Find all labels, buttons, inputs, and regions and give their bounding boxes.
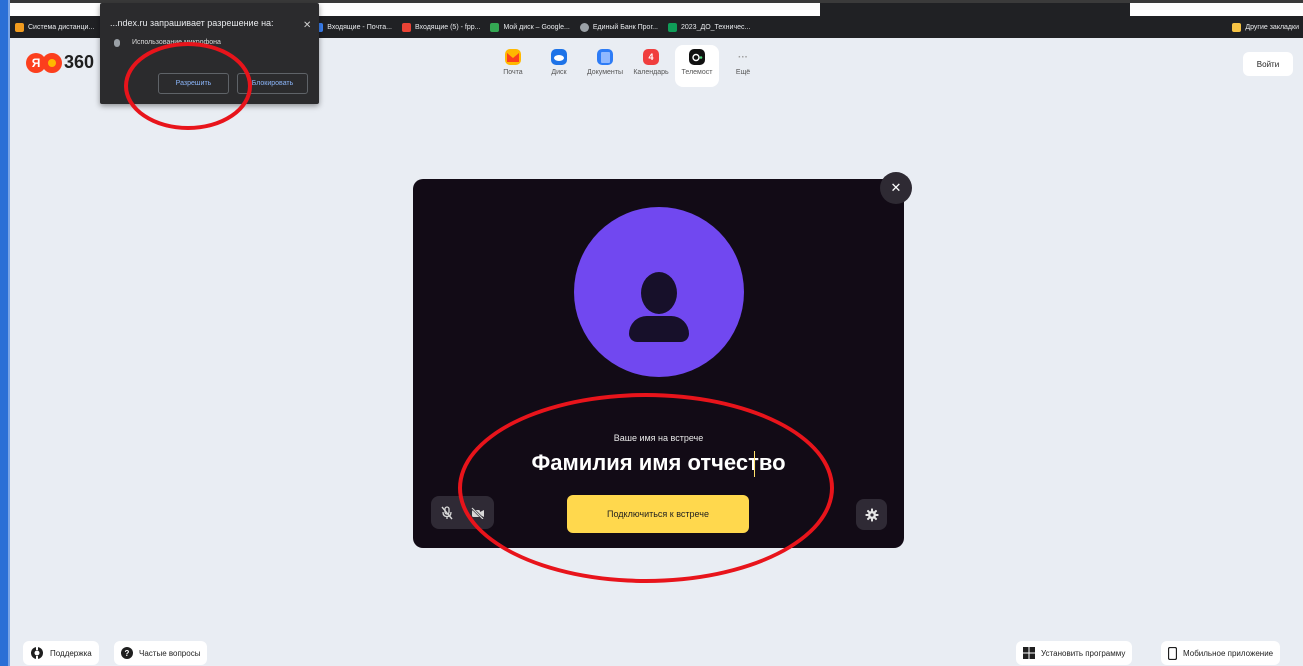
calendar-date-badge: 4 [648, 52, 654, 62]
screenshot-frame-left-inner [8, 0, 10, 666]
microphone-toggle[interactable] [431, 496, 462, 529]
support-icon [30, 646, 44, 660]
service-label: Телемост [681, 69, 713, 76]
bookmark-label: Входящие (5) - fpp... [414, 23, 481, 31]
gmail-favicon-icon [401, 22, 411, 32]
install-app-label: Установить программу [1041, 648, 1126, 658]
logo-text: 360 [64, 52, 95, 72]
avatar-head-icon [641, 272, 677, 314]
annotation-circle-join [458, 393, 834, 583]
smartphone-icon [1168, 646, 1177, 660]
folder-icon [1232, 22, 1242, 32]
bookmark-item[interactable]: Мой диск – Google... [485, 16, 574, 38]
login-button[interactable]: Войти [1243, 52, 1293, 76]
permission-title: ...ndex.ru запрашивает разрешение на: [110, 18, 274, 28]
gear-icon [865, 508, 878, 521]
mail-icon [505, 49, 521, 65]
close-card-button[interactable]: ✕ [880, 172, 912, 204]
service-mail[interactable]: Почта [491, 45, 535, 87]
close-icon: ✕ [890, 180, 902, 195]
close-icon[interactable]: ✕ [303, 20, 311, 31]
bookmark-label: Система дистанци... [28, 23, 95, 31]
support-label: Поддержка [50, 648, 92, 658]
service-label: Диск [551, 69, 567, 76]
service-label: Почта [503, 69, 523, 76]
faq-label: Частые вопросы [139, 648, 201, 658]
service-calendar[interactable]: 4 Календарь [629, 45, 673, 87]
docs-icon [597, 49, 613, 65]
yandex-360-logo[interactable]: Я 360 [26, 52, 94, 73]
bookmark-label: Входящие - Почта... [327, 23, 392, 31]
avatar-body-icon [629, 316, 689, 342]
more-icon: ··· [738, 51, 748, 63]
bookmark-item[interactable]: Единый Банк Прог... [575, 16, 663, 38]
bookmark-item[interactable]: Входящие (5) - fpp... [397, 16, 485, 38]
question-icon: ? [121, 647, 133, 659]
service-label: Ещё [735, 69, 751, 76]
globe-favicon-icon [579, 22, 589, 32]
mobile-app-button[interactable]: Мобильное приложение [1161, 641, 1281, 665]
bookmark-favicon-icon [15, 22, 24, 32]
faq-button[interactable]: ? Частые вопросы [114, 641, 208, 665]
calendar-icon: 4 [643, 49, 659, 65]
other-bookmarks-label: Другие закладки [1245, 23, 1299, 31]
browser-top-strip-dark [820, 3, 1130, 16]
svg-text:?: ? [125, 649, 130, 658]
service-more[interactable]: ··· Ещё [721, 45, 765, 87]
bookmark-item[interactable]: 2023_ДО_Техничес... [663, 16, 755, 38]
cloud-icon [551, 49, 567, 65]
telemost-icon [689, 49, 705, 65]
services-nav: Почта Диск Документы 4 Календарь Телемос… [491, 45, 767, 87]
install-app-button[interactable]: Установить программу [1016, 641, 1133, 665]
360-ring-icon [42, 52, 62, 73]
other-bookmarks[interactable]: Другие закладки [1227, 16, 1303, 38]
windows-icon [1023, 647, 1035, 659]
bookmark-item[interactable]: Система дистанци... [10, 16, 99, 38]
bookmark-label: Единый Банк Прог... [592, 23, 658, 31]
google-drive-favicon-icon [490, 22, 500, 32]
support-button[interactable]: Поддержка [23, 641, 99, 665]
service-disk[interactable]: Диск [537, 45, 581, 87]
service-label: Календарь [633, 69, 669, 76]
service-label: Документы [586, 69, 624, 76]
bookmark-label: Мой диск – Google... [503, 23, 570, 31]
microphone-off-icon [440, 505, 453, 519]
microphone-icon [114, 39, 120, 47]
mobile-app-label: Мобильное приложение [1183, 648, 1274, 658]
service-telemost[interactable]: Телемост [675, 45, 719, 87]
bookmark-item[interactable]: Входящие - Почта... [309, 16, 397, 38]
settings-button[interactable] [856, 499, 887, 530]
service-docs[interactable]: Документы [583, 45, 627, 87]
sheets-favicon-icon [668, 22, 677, 32]
bookmark-label: 2023_ДО_Техничес... [681, 23, 751, 31]
annotation-circle-allow [124, 42, 252, 130]
